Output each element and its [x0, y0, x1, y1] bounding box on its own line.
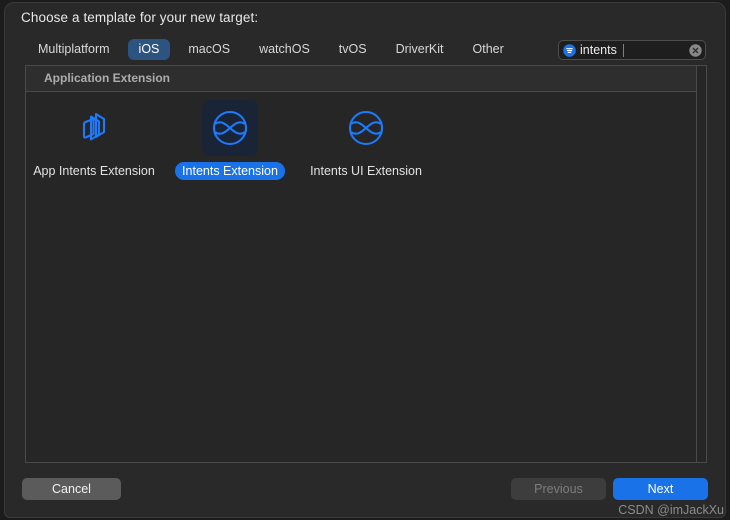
- search-input[interactable]: [580, 41, 680, 59]
- new-target-template-dialog: Choose a template for your new target: M…: [4, 2, 726, 518]
- section-header: Application Extension: [26, 66, 697, 92]
- template-label: Intents UI Extension: [310, 164, 422, 178]
- platform-tab-multiplatform[interactable]: Multiplatform: [27, 39, 121, 60]
- template-label: App Intents Extension: [33, 164, 155, 178]
- page-title: Choose a template for your new target:: [21, 10, 259, 25]
- watermark-text: CSDN @imJackXu: [618, 503, 724, 517]
- previous-button[interactable]: Previous: [511, 478, 606, 500]
- platform-tab-other[interactable]: Other: [462, 39, 515, 60]
- platform-tab-tvos[interactable]: tvOS: [328, 39, 378, 60]
- platform-tab-row: Multiplatform iOS macOS watchOS tvOS DriverKi…: [5, 35, 725, 65]
- text-caret: [623, 44, 624, 57]
- platform-tab-ios[interactable]: iOS: [127, 38, 171, 60]
- template-item[interactable]: Intents UI Extension: [298, 100, 434, 204]
- template-icon: [66, 100, 122, 156]
- template-icon: [202, 100, 258, 156]
- template-grid: App Intents Extension Intents Extension In…: [26, 92, 697, 462]
- platform-tab-watchos[interactable]: watchOS: [248, 39, 321, 60]
- template-icon: [338, 100, 394, 156]
- platform-tab-driverkit[interactable]: DriverKit: [385, 39, 455, 60]
- dialog-title-bar: Choose a template for your new target:: [5, 3, 725, 35]
- template-list-panel: Application Extension App Intents Extens…: [25, 65, 707, 463]
- template-search-field[interactable]: [558, 40, 706, 60]
- template-item[interactable]: App Intents Extension: [26, 100, 162, 204]
- platform-tab-macos[interactable]: macOS: [177, 39, 241, 60]
- filter-circle-icon: [563, 44, 576, 57]
- section-header-label: Application Extension: [44, 71, 171, 85]
- app-intents-layers-icon: [82, 112, 106, 141]
- next-button[interactable]: Next: [613, 478, 708, 500]
- vertical-scrollbar[interactable]: [696, 66, 706, 462]
- template-item[interactable]: Intents Extension: [162, 100, 298, 204]
- cancel-button[interactable]: Cancel: [22, 478, 121, 500]
- intents-circle-wave-icon: [212, 110, 248, 146]
- intents-circle-wave-icon: [348, 110, 384, 146]
- dialog-footer: Cancel Previous Next: [5, 461, 725, 517]
- clear-search-icon[interactable]: [689, 44, 702, 57]
- template-label: Intents Extension: [175, 162, 285, 180]
- platform-tabs: Multiplatform iOS macOS watchOS tvOS DriverKi…: [27, 35, 522, 63]
